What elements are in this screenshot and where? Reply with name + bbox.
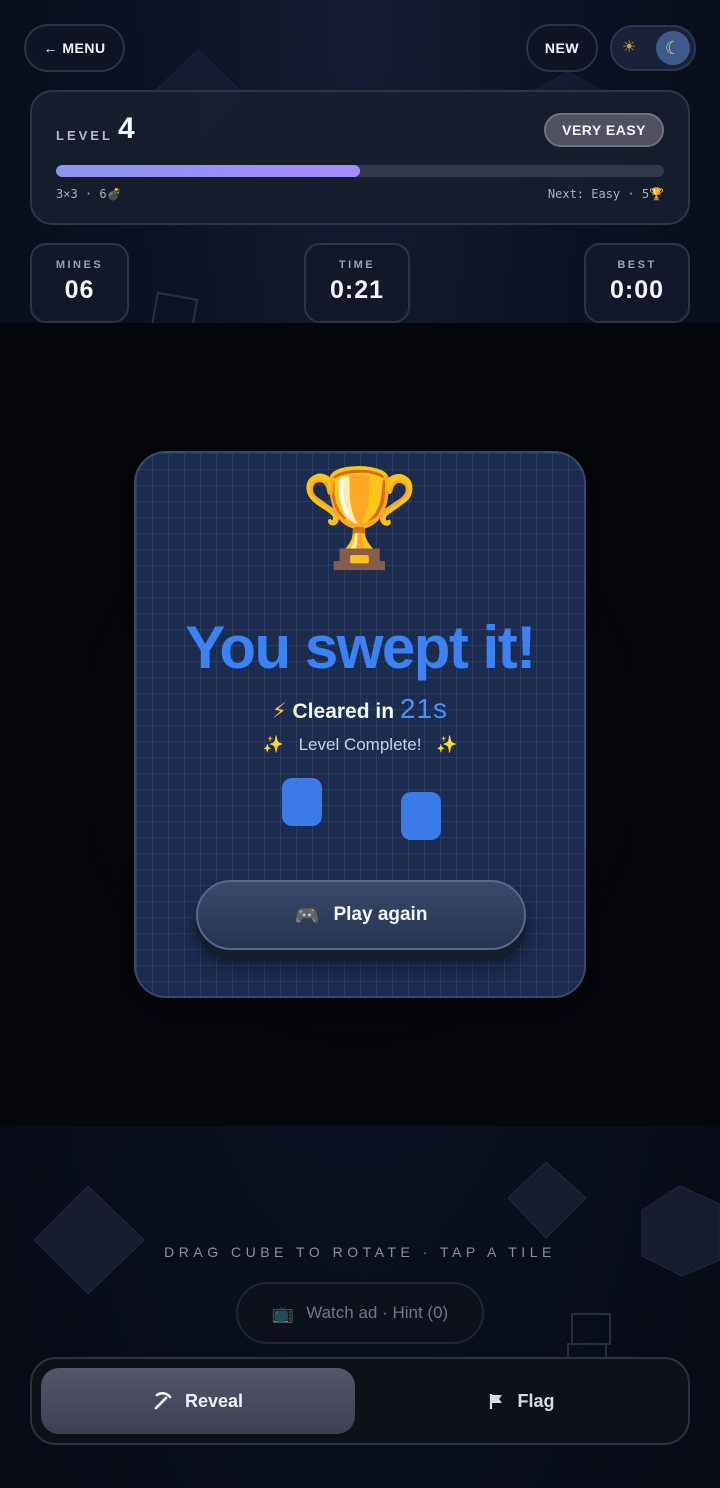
- play-again-button[interactable]: 🎮 Play again: [196, 880, 526, 950]
- mines-stat: MINES 06: [30, 243, 129, 323]
- moon-toggle-knob: ☾: [656, 31, 690, 65]
- level-progress-fill: [56, 165, 360, 177]
- level-progress-track: [56, 165, 664, 177]
- watch-ad-hint-button[interactable]: 📺 Watch ad · Hint (0): [236, 1282, 484, 1344]
- reveal-label: Reveal: [184, 1390, 244, 1411]
- cleared-time: 21s: [399, 693, 449, 724]
- win-title: You swept it!: [185, 614, 536, 681]
- best-label: BEST: [617, 259, 657, 271]
- gamepad-icon: 🎮: [294, 904, 320, 927]
- time-value: 0:21: [329, 276, 385, 304]
- level-number: 4: [118, 112, 135, 145]
- time-label: TIME: [338, 259, 376, 271]
- watch-ad-label: Watch ad · Hint (0): [306, 1303, 449, 1322]
- next-level-info: Next: Easy · 5🏆: [547, 187, 664, 201]
- mode-selector: Reveal Flag: [30, 1357, 690, 1445]
- theme-toggle[interactable]: ☀ ☾: [610, 25, 696, 71]
- flag-icon: [490, 1394, 503, 1409]
- cleared-prefix: Cleared in: [292, 700, 395, 723]
- menu-button[interactable]: ← MENU: [24, 24, 125, 72]
- sun-icon: ☀: [622, 39, 637, 56]
- moon-icon: ☾: [664, 37, 682, 58]
- time-stat: TIME 0:21: [304, 243, 410, 323]
- flag-label: Flag: [517, 1390, 555, 1411]
- pickaxe-icon: [154, 1391, 172, 1410]
- reveal-mode-button[interactable]: Reveal: [41, 1368, 355, 1434]
- best-value: 0:00: [609, 276, 665, 304]
- best-stat: BEST 0:00: [584, 243, 690, 323]
- mines-value: 06: [64, 276, 95, 304]
- instruction-text: DRAG CUBE TO ROTATE · TAP A TILE: [164, 1244, 556, 1260]
- level-complete-text: Level Complete!: [298, 735, 422, 754]
- level-label: LEVEL: [56, 128, 113, 143]
- level-grid-info: 3×3 · 6💣: [56, 187, 122, 201]
- sparkle-icon: ✨: [436, 735, 458, 754]
- confetti-piece: [282, 778, 322, 826]
- new-game-button[interactable]: NEW: [526, 24, 598, 72]
- level-panel: LEVEL 4 VERY EASY 3×3 · 6💣 Next: Easy · …: [30, 90, 690, 225]
- bolt-icon: ⚡: [271, 700, 287, 723]
- mines-label: MINES: [55, 259, 104, 271]
- win-dialog: 🏆 You swept it! ⚡ Cleared in 21s ✨ Level…: [134, 451, 586, 998]
- play-again-label: Play again: [333, 904, 428, 925]
- difficulty-badge: VERY EASY: [544, 113, 664, 147]
- cleared-line: ⚡ Cleared in 21s: [136, 693, 584, 725]
- flag-mode-button[interactable]: Flag: [364, 1368, 678, 1434]
- sparkle-icon: ✨: [262, 735, 284, 754]
- trophy-icon: 🏆: [300, 465, 420, 572]
- tv-icon: 📺: [271, 1302, 295, 1323]
- level-complete-line: ✨ Level Complete! ✨: [136, 735, 584, 755]
- confetti-piece: [401, 792, 441, 840]
